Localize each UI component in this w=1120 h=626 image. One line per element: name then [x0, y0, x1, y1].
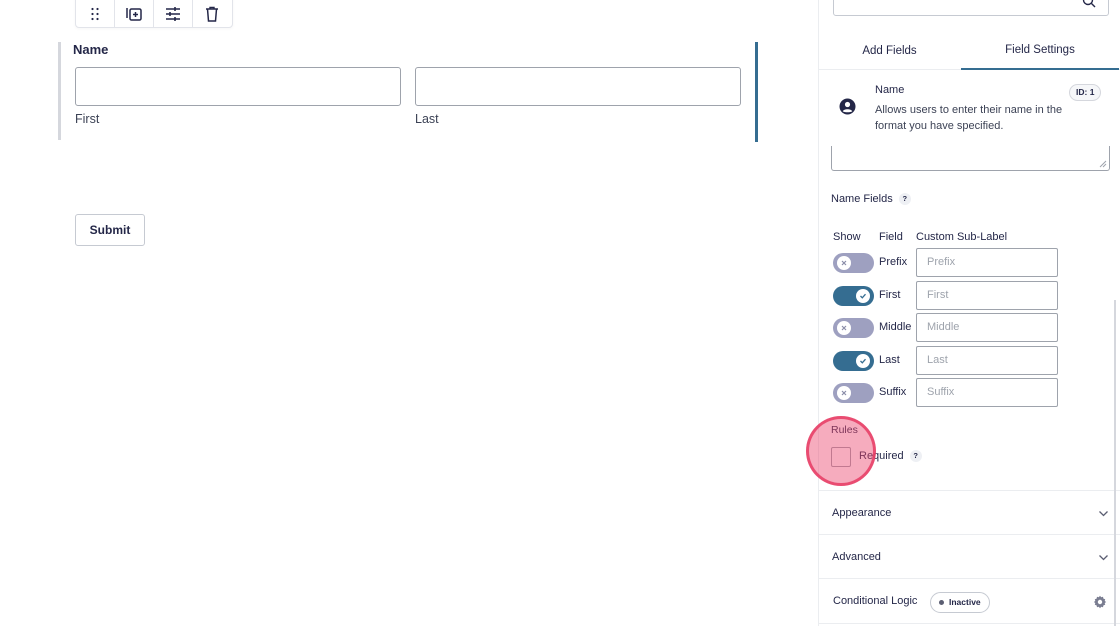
drag-handle-button[interactable]: [76, 0, 115, 27]
x-icon: [841, 325, 847, 331]
conditional-logic-section[interactable]: Conditional Logic Inactive: [819, 578, 1120, 624]
check-icon: [860, 358, 866, 364]
conditional-logic-title: Conditional Logic: [833, 595, 918, 607]
first-label: First: [879, 289, 901, 301]
help-icon[interactable]: ?: [909, 450, 922, 463]
toggle-knob: [837, 386, 851, 400]
name-field-row-prefix: Prefix Prefix: [819, 248, 1120, 278]
field-id-badge: ID: 1: [1069, 84, 1102, 101]
last-sublabel: Last: [415, 112, 439, 126]
last-label: Last: [879, 354, 900, 366]
prefix-toggle[interactable]: [833, 253, 874, 273]
first-sublabel: First: [75, 112, 100, 126]
name-field-block[interactable]: Name First Last: [58, 42, 758, 142]
advanced-accordion[interactable]: Advanced: [819, 534, 1120, 578]
resize-grip-icon[interactable]: [1099, 160, 1107, 168]
sidebar-scrollbar[interactable]: [1114, 300, 1116, 626]
last-sublabel-input[interactable]: Last: [916, 346, 1058, 375]
prefix-label: Prefix: [879, 256, 908, 268]
sidebar-tabs: Add Fields Field Settings: [819, 32, 1120, 70]
name-fields-label: Name Fields?: [831, 193, 911, 206]
settings-sidebar: Add Fields Field Settings Name Allows us…: [818, 0, 1120, 626]
settings-sliders-icon: [166, 7, 180, 21]
appearance-accordion[interactable]: Appearance: [819, 490, 1120, 534]
suffix-sublabel-input[interactable]: Suffix: [916, 378, 1058, 407]
toggle-knob: [837, 321, 851, 335]
help-icon[interactable]: ?: [898, 193, 911, 206]
middle-sublabel-input[interactable]: Middle: [916, 313, 1058, 342]
last-toggle[interactable]: [833, 351, 874, 371]
description-textarea[interactable]: [831, 146, 1110, 171]
chevron-down-icon: [1099, 555, 1108, 561]
header-field: Field: [879, 231, 903, 243]
x-icon: [841, 390, 847, 396]
prefix-sublabel-input[interactable]: Prefix: [916, 248, 1058, 277]
duplicate-button[interactable]: [115, 0, 154, 27]
submit-button[interactable]: Submit: [75, 214, 145, 246]
delete-button[interactable]: [193, 0, 232, 27]
last-name-input[interactable]: [415, 67, 741, 106]
field-type-title: Name: [875, 84, 905, 96]
user-circle-icon: [839, 98, 856, 115]
check-icon: [860, 293, 866, 299]
suffix-toggle[interactable]: [833, 383, 874, 403]
field-type-description: Allows users to enter their name in the …: [875, 104, 1063, 132]
status-badge: Inactive: [930, 592, 990, 613]
middle-toggle[interactable]: [833, 318, 874, 338]
tab-add-fields[interactable]: Add Fields: [819, 32, 960, 70]
drag-handle-icon: [91, 7, 99, 21]
name-field-row-first: First First: [819, 281, 1120, 311]
field-toolbar: [75, 0, 233, 28]
name-field-row-middle: Middle Middle: [819, 313, 1120, 343]
toggle-knob: [856, 354, 870, 368]
header-show: Show: [833, 231, 861, 243]
field-left-border: [58, 42, 61, 140]
name-field-row-suffix: Suffix Suffix: [819, 378, 1120, 408]
appearance-title: Appearance: [832, 507, 892, 519]
duplicate-icon: [126, 8, 142, 21]
search-icon: [1082, 0, 1096, 8]
x-icon: [841, 260, 847, 266]
toggle-knob: [856, 289, 870, 303]
suffix-label: Suffix: [879, 386, 907, 398]
first-toggle[interactable]: [833, 286, 874, 306]
click-indicator: [806, 416, 876, 486]
advanced-title: Advanced: [832, 551, 881, 563]
middle-label: Middle: [879, 321, 912, 333]
header-custom-sublabel: Custom Sub-Label: [916, 231, 1008, 243]
tab-field-settings[interactable]: Field Settings: [961, 32, 1119, 70]
search-input[interactable]: [833, 0, 1109, 16]
field-label: Name: [73, 42, 109, 57]
trash-icon: [206, 6, 219, 22]
toggle-knob: [837, 256, 851, 270]
chevron-down-icon: [1099, 511, 1108, 517]
name-field-row-last: Last Last: [819, 346, 1120, 376]
gear-icon[interactable]: [1093, 595, 1107, 609]
first-sublabel-input[interactable]: First: [916, 281, 1058, 310]
first-name-input[interactable]: [75, 67, 401, 106]
field-settings-button[interactable]: [154, 0, 193, 27]
name-fields-label-text: Name Fields: [831, 193, 893, 205]
field-selected-border: [755, 42, 758, 142]
